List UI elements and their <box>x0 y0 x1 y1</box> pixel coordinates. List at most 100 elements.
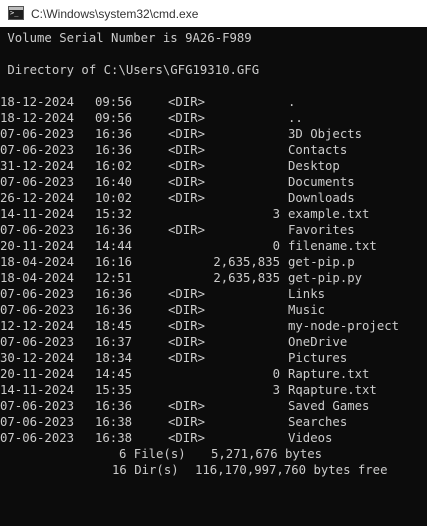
dir-entry-row: 07-06-2023 16:36 <DIR> Contacts <box>0 142 427 158</box>
entry-date: 26-12-2024 <box>0 191 75 205</box>
dir-entry-row: 07-06-2023 16:36 <DIR> Links <box>0 286 427 302</box>
entry-date: 07-06-2023 <box>0 303 75 317</box>
entry-dir-tag: <DIR> <box>168 303 206 317</box>
entry-date: 18-04-2024 <box>0 271 75 285</box>
entry-name: my-node-project <box>288 319 400 333</box>
entry-dir-tag: <DIR> <box>168 319 206 333</box>
entry-size: 0 <box>272 239 280 253</box>
entry-dir-tag: <DIR> <box>168 431 206 445</box>
entry-dir-tag: <DIR> <box>168 143 206 157</box>
entry-name: Downloads <box>288 191 355 205</box>
dir-entry-row: 14-11-2024 15:35 3 Rqapture.txt <box>0 382 427 398</box>
file-bytes: 5,271,676 bytes <box>211 447 323 461</box>
dir-entry-row: 07-06-2023 16:36 <DIR> Music <box>0 302 427 318</box>
entry-name: Music <box>288 303 326 317</box>
entry-time: 16:02 <box>95 159 133 173</box>
dir-entry-row: 07-06-2023 16:37 <DIR> OneDrive <box>0 334 427 350</box>
file-count: 6 File(s) <box>119 447 186 461</box>
entry-name: Desktop <box>288 159 340 173</box>
entry-time: 14:44 <box>95 239 133 253</box>
entry-time: 09:56 <box>95 111 133 125</box>
entry-size: 0 <box>272 367 280 381</box>
entry-dir-tag: <DIR> <box>168 399 206 413</box>
free-bytes: 116,170,997,760 bytes free <box>195 463 388 477</box>
entry-name: example.txt <box>288 207 370 221</box>
entry-time: 14:45 <box>95 367 133 381</box>
dir-entry-row: 26-12-2024 10:02 <DIR> Downloads <box>0 190 427 206</box>
entry-date: 07-06-2023 <box>0 399 75 413</box>
entry-date: 18-04-2024 <box>0 255 75 269</box>
entry-date: 18-12-2024 <box>0 95 75 109</box>
entry-size: 2,635,835 <box>213 271 280 285</box>
entry-date: 18-12-2024 <box>0 111 75 125</box>
entry-name: Videos <box>288 431 333 445</box>
dir-entry-row: 07-06-2023 16:36 <DIR> Favorites <box>0 222 427 238</box>
entry-name: filename.txt <box>288 239 377 253</box>
dir-entry-row: 18-12-2024 09:56 <DIR>.. <box>0 110 427 126</box>
entry-name: .. <box>288 111 303 125</box>
dir-count: 16 Dir(s) <box>112 463 179 477</box>
entry-date: 14-11-2024 <box>0 207 75 221</box>
entry-size: 3 <box>272 383 280 397</box>
entry-dir-tag: <DIR> <box>168 175 206 189</box>
console-output[interactable]: Volume Serial Number is 9A26-F989 Direct… <box>0 27 427 483</box>
entry-time: 16:40 <box>95 175 133 189</box>
entry-dir-tag: <DIR> <box>168 223 206 237</box>
summary-files-line: 6 File(s) 5,271,676 bytes <box>0 446 322 462</box>
entry-time: 16:36 <box>95 287 133 301</box>
entry-time: 16:36 <box>95 303 133 317</box>
dir-entry-row: 07-06-2023 16:40 <DIR> Documents <box>0 174 427 190</box>
entry-time: 18:34 <box>95 351 133 365</box>
entry-size: 2,635,835 <box>213 255 280 269</box>
entry-time: 16:38 <box>95 415 133 429</box>
dir-entry-row: 18-12-2024 09:56 <DIR>. <box>0 94 427 110</box>
entry-date: 31-12-2024 <box>0 159 75 173</box>
entry-date: 20-11-2024 <box>0 239 75 253</box>
entry-name: . <box>288 95 296 109</box>
entry-time: 16:38 <box>95 431 133 445</box>
entry-name: 3D Objects <box>288 127 363 141</box>
dir-entry-row: 18-04-2024 16:16 2,635,835 get-pip.p <box>0 254 427 270</box>
entry-size: 3 <box>272 207 280 221</box>
entry-time: 16:36 <box>95 127 133 141</box>
entry-date: 14-11-2024 <box>0 383 75 397</box>
entry-time: 09:56 <box>95 95 133 109</box>
entry-dir-tag: <DIR> <box>168 159 206 173</box>
entry-date: 07-06-2023 <box>0 223 75 237</box>
dir-entry-row: 07-06-2023 16:38 <DIR> Searches <box>0 414 427 430</box>
dir-entry-row: 30-12-2024 18:34 <DIR> Pictures <box>0 350 427 366</box>
entry-name: OneDrive <box>288 335 348 349</box>
dir-entry-row: 20-11-2024 14:45 0 Rapture.txt <box>0 366 427 382</box>
entry-time: 16:16 <box>95 255 133 269</box>
entry-date: 07-06-2023 <box>0 175 75 189</box>
title-bar[interactable]: C:\Windows\system32\cmd.exe <box>0 0 427 27</box>
entry-time: 16:37 <box>95 335 133 349</box>
entry-dir-tag: <DIR> <box>168 351 206 365</box>
directory-of-line: Directory of C:\Users\GFG19310.GFG <box>0 63 260 77</box>
entry-dir-tag: <DIR> <box>168 95 206 109</box>
entry-time: 12:51 <box>95 271 133 285</box>
entry-dir-tag: <DIR> <box>168 127 206 141</box>
entry-date: 07-06-2023 <box>0 415 75 429</box>
dir-entry-row: 12-12-2024 18:45 <DIR> my-node-project <box>0 318 427 334</box>
summary-dirs-line: 16 Dir(s) 116,170,997,760 bytes free <box>0 462 388 478</box>
dir-entry-row: 07-06-2023 16:36 <DIR> Saved Games <box>0 398 427 414</box>
entry-date: 07-06-2023 <box>0 335 75 349</box>
entry-name: get-pip.py <box>288 271 363 285</box>
entry-name: Contacts <box>288 143 348 157</box>
entry-date: 30-12-2024 <box>0 351 75 365</box>
entry-time: 16:36 <box>95 143 133 157</box>
entry-name: Documents <box>288 175 355 189</box>
entry-name: get-pip.p <box>288 255 355 269</box>
entry-date: 07-06-2023 <box>0 431 75 445</box>
entry-dir-tag: <DIR> <box>168 335 206 349</box>
entry-name: Favorites <box>288 223 355 237</box>
dir-entry-row: 14-11-2024 15:32 3 example.txt <box>0 206 427 222</box>
dir-entry-row: 20-11-2024 14:44 0 filename.txt <box>0 238 427 254</box>
entry-time: 15:35 <box>95 383 133 397</box>
dir-entry-row: 07-06-2023 16:36 <DIR> 3D Objects <box>0 126 427 142</box>
entry-name: Searches <box>288 415 348 429</box>
entry-name: Links <box>288 287 326 301</box>
dir-entry-row: 31-12-2024 16:02 <DIR> Desktop <box>0 158 427 174</box>
entry-name: Pictures <box>288 351 348 365</box>
